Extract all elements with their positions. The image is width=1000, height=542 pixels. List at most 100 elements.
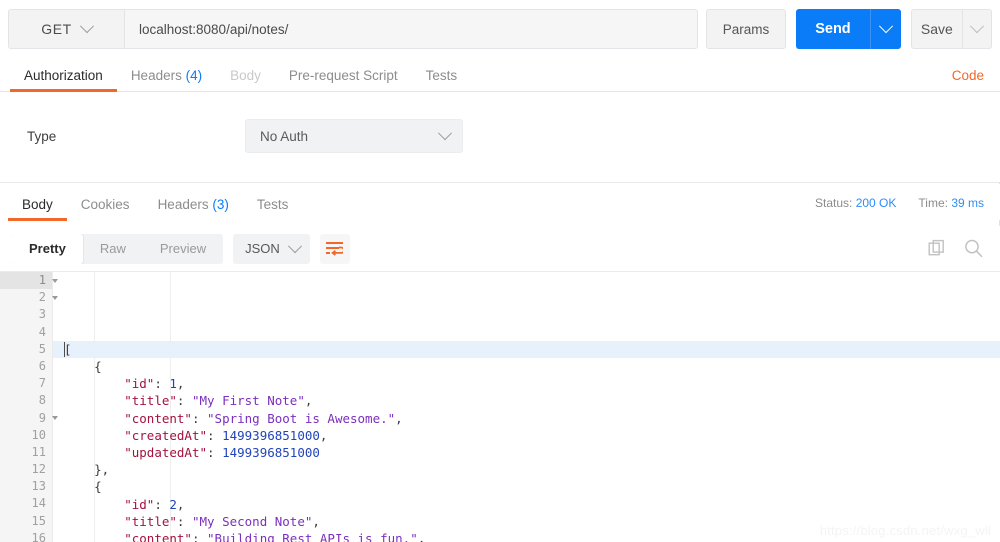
send-button[interactable]: Send (796, 9, 870, 49)
response-body-viewer[interactable]: 1 2 3 4 5 6 7 8 9 10 11 12 13 14 15 16 [ { "id": 1, "ti… (0, 272, 1000, 542)
line-number: 15 (0, 513, 52, 530)
code-link[interactable]: Code (952, 68, 1000, 91)
tab-pre-request-script[interactable]: Pre-request Script (275, 68, 412, 91)
token-key: "createdAt" (124, 427, 208, 443)
token-key: "content" (124, 410, 192, 426)
line-number-label: 12 (31, 462, 46, 477)
token-key: "title" (124, 393, 177, 409)
status-label: Status: (815, 196, 853, 210)
code-line[interactable]: "title": "My First Note", (64, 392, 1000, 409)
code-line[interactable]: { (64, 358, 1000, 375)
response-body-code[interactable]: [ { "id": 1, "title": "My First Note", "… (53, 272, 1000, 542)
request-tab-strip: Authorization Headers (4) Body Pre-request … (0, 58, 1000, 92)
response-format-select[interactable]: JSON (233, 233, 310, 264)
line-number: 2 (0, 289, 58, 306)
code-line[interactable]: { (64, 478, 1000, 495)
response-tab-headers[interactable]: Headers (3) (144, 197, 243, 220)
code-line[interactable]: [ (53, 340, 1000, 358)
viewer-mode-raw[interactable]: Raw (83, 234, 143, 264)
tab-count: (4) (181, 68, 203, 83)
request-url-input[interactable]: localhost:8080/api/notes/ (125, 10, 697, 48)
token-punc: , (176, 376, 185, 392)
tab-count: (3) (208, 197, 229, 212)
response-viewer-toolbar: Pretty Raw Preview JSON (0, 226, 1000, 272)
line-number: 1 (0, 272, 58, 290)
tab-label: Pre-request Script (288, 68, 398, 83)
token-num: 2 (169, 496, 177, 512)
auth-type-row: Type No Auth (0, 119, 1000, 153)
chevron-down-icon (437, 126, 453, 141)
token-punc: { (94, 359, 102, 374)
line-number: 16 (0, 530, 52, 542)
token-str: "My Second Note" (191, 513, 313, 529)
token-punc: : (191, 530, 208, 542)
code-line[interactable]: "content": "Building Rest APIs is fun.", (64, 530, 1000, 542)
code-line[interactable]: "title": "My Second Note", (64, 513, 1000, 530)
word-wrap-button[interactable] (319, 233, 350, 264)
tab-label: Tests (256, 197, 289, 212)
code-line[interactable]: "updatedAt": 1499396851000 (64, 444, 1000, 461)
token-num: 1499396851000 (222, 444, 320, 460)
line-number-gutter: 1 2 3 4 5 6 7 8 9 10 11 12 13 14 15 16 (0, 272, 58, 542)
auth-type-label: Type (27, 128, 57, 144)
token-key: "id" (124, 376, 155, 392)
token-punc: , (176, 496, 185, 512)
token-key: "title" (124, 513, 177, 529)
token-key: "updatedAt" (124, 444, 208, 460)
code-line[interactable]: "id": 1, (64, 375, 1000, 392)
tab-authorization[interactable]: Authorization (10, 68, 117, 92)
tab-headers[interactable]: Headers (4) (117, 68, 216, 91)
line-number: 14 (0, 495, 52, 512)
token-num: 1 (169, 376, 177, 392)
tab-body: Body (216, 68, 275, 91)
line-number-label: 13 (31, 479, 46, 494)
line-number: 7 (0, 375, 52, 392)
params-button[interactable]: Params (706, 9, 786, 49)
token-str: "My First Note" (191, 393, 305, 409)
line-number: 12 (0, 461, 52, 478)
response-tab-strip: Body Cookies Headers (3) Tests Status: 200 … (0, 184, 1000, 221)
save-options-button[interactable] (962, 10, 991, 48)
postman-window: GET localhost:8080/api/notes/ Params Sen… (0, 0, 1000, 542)
token-key: "content" (124, 530, 192, 542)
auth-type-select[interactable]: No Auth (245, 119, 463, 153)
search-button[interactable] (963, 238, 984, 259)
viewer-actions (928, 238, 988, 259)
line-number-label: 3 (38, 307, 46, 322)
save-button[interactable]: Save (912, 10, 962, 48)
http-method-select[interactable]: GET (9, 10, 125, 48)
token-punc: , (312, 513, 320, 529)
auth-type-value: No Auth (260, 128, 309, 144)
copy-button[interactable] (928, 239, 947, 258)
code-line[interactable]: "id": 2, (64, 496, 1000, 513)
authorization-panel: Type No Auth (0, 92, 1000, 183)
response-tab-tests[interactable]: Tests (243, 197, 303, 220)
response-tab-cookies[interactable]: Cookies (67, 197, 144, 220)
token-key: "id" (124, 496, 155, 512)
chevron-down-icon (878, 19, 893, 34)
line-number-label: 14 (31, 496, 46, 511)
line-number-label: 7 (38, 376, 46, 391)
time-label: Time: (918, 196, 948, 210)
line-number-label: 6 (38, 358, 46, 373)
code-line[interactable]: "createdAt": 1499396851000, (64, 427, 1000, 444)
viewer-mode-preview[interactable]: Preview (143, 234, 223, 264)
token-punc: [ (64, 341, 72, 357)
tab-tests[interactable]: Tests (412, 68, 472, 91)
line-number: 6 (0, 358, 52, 375)
response-meta: Status: 200 OK Time: 39 ms (815, 196, 1000, 220)
token-punc: { (94, 479, 102, 495)
response-tab-body[interactable]: Body (8, 197, 67, 221)
code-line[interactable]: "content": "Spring Boot is Awesome.", (64, 410, 1000, 427)
viewer-mode-pretty[interactable]: Pretty (12, 233, 83, 264)
viewer-mode-segmented: Pretty Raw Preview (12, 233, 224, 264)
chevron-down-icon (79, 19, 94, 34)
line-number: 9 (0, 410, 58, 427)
token-punc: , (319, 427, 328, 443)
status-value: 200 OK (855, 196, 897, 210)
token-punc: : (191, 410, 208, 426)
token-punc: : (176, 393, 192, 409)
send-options-button[interactable] (869, 9, 901, 49)
code-line[interactable]: }, (64, 461, 1000, 478)
line-number: 4 (0, 324, 52, 341)
